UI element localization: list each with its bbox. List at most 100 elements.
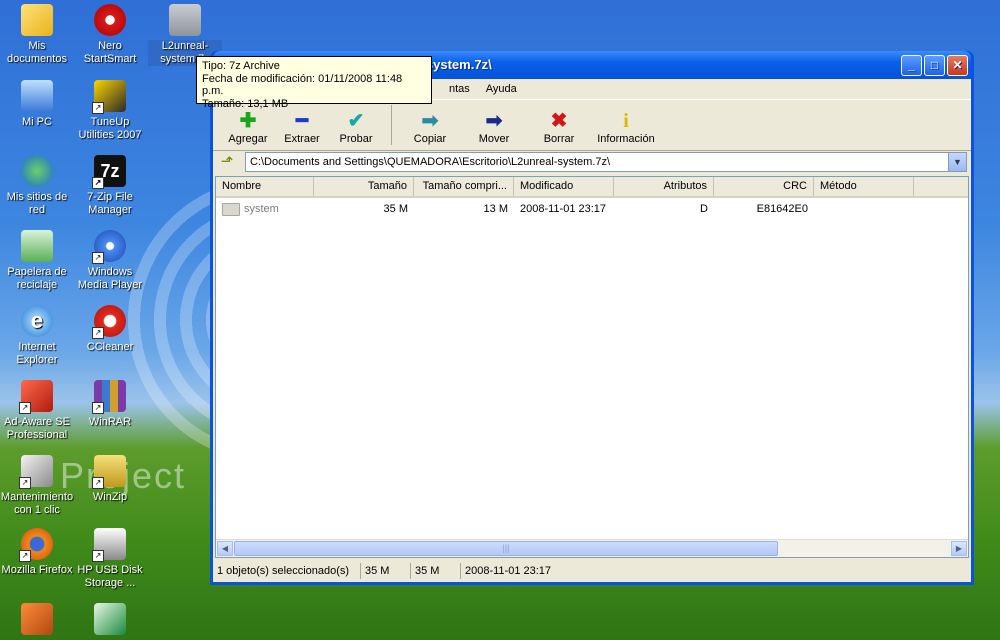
maximize-button[interactable]: □ xyxy=(924,55,945,76)
desktop-icon-firefox[interactable]: ↗ Mozilla Firefox xyxy=(0,528,74,577)
adaware-icon: ↗ xyxy=(19,380,53,414)
desktop-icon-nero[interactable]: Nero StartSmart xyxy=(73,4,147,66)
cell-method xyxy=(814,200,914,218)
copy-icon: ➡ xyxy=(421,110,439,132)
scroll-right-button[interactable]: ▶ xyxy=(951,541,967,556)
my-documents-icon xyxy=(21,4,53,36)
delete-icon: ✖ xyxy=(550,110,568,132)
desktop-icon-maintenance[interactable]: ↗ Mantenimiento con 1 clic xyxy=(0,455,74,517)
excel-icon xyxy=(94,603,126,635)
col-packed[interactable]: Tamaño compri... xyxy=(414,177,514,196)
7zip-icon: 7z ↗ xyxy=(92,155,126,189)
address-value: C:\Documents and Settings\QUEMADORA\Escr… xyxy=(250,156,611,168)
toolbar-separator xyxy=(391,105,392,145)
status-date: 2008-11-01 23:17 xyxy=(465,565,552,577)
status-selected: 1 objeto(s) seleccionado(s) xyxy=(213,563,361,579)
file-tooltip: Tipo: 7z Archive Fecha de modificación: … xyxy=(196,56,432,110)
col-name[interactable]: Nombre xyxy=(216,177,314,196)
extract-label: Extraer xyxy=(284,133,320,145)
menu-herramientas[interactable]: ntas xyxy=(447,79,472,99)
app-icon xyxy=(21,603,53,635)
col-method[interactable]: Método xyxy=(814,177,914,196)
desktop-icon-partial-excel[interactable] xyxy=(73,603,147,639)
status-size: 35 M xyxy=(361,563,411,579)
scroll-left-button[interactable]: ◀ xyxy=(217,541,233,556)
move-label: Mover xyxy=(478,133,510,145)
desktop-icon-my-documents[interactable]: Mis documentos xyxy=(0,4,74,66)
tooltip-size: Tamaño: 13,1 MB xyxy=(202,97,289,110)
hp-usb-icon: ↗ xyxy=(92,528,126,562)
winzip-icon: ↗ xyxy=(92,455,126,489)
desktop-icon-winzip[interactable]: ↗ WinZip xyxy=(73,455,147,504)
7z-archive-icon xyxy=(169,4,201,36)
tuneup-icon: ↗ xyxy=(92,80,126,114)
firefox-icon: ↗ xyxy=(19,528,53,562)
extract-button[interactable]: ━ Extraer xyxy=(275,109,329,150)
copy-label: Copiar xyxy=(413,133,447,145)
test-label: Probar xyxy=(339,133,373,145)
extract-icon: ━ xyxy=(295,110,309,132)
desktop-icon-winrar[interactable]: ↗ WinRAR xyxy=(73,380,147,429)
test-button[interactable]: ✔ Probar xyxy=(329,109,383,150)
cell-name: system xyxy=(216,200,314,218)
desktop-icon-ccleaner[interactable]: ↗ CCleaner xyxy=(73,305,147,354)
network-icon xyxy=(21,155,53,187)
nero-icon xyxy=(94,4,126,36)
desktop-icon-adaware[interactable]: ↗ Ad-Aware SE Professional xyxy=(0,380,74,442)
scroll-thumb[interactable]: ||| xyxy=(234,541,778,556)
winrar-icon: ↗ xyxy=(92,380,126,414)
desktop-icon-media-player[interactable]: ↗ Windows Media Player xyxy=(73,230,147,292)
window-client: ntas Ayuda ✚ Agregar ━ Extraer ✔ Probar … xyxy=(213,79,971,582)
media-player-icon: ↗ xyxy=(92,230,126,264)
move-button[interactable]: ➡ Mover xyxy=(460,109,528,150)
menu-ayuda[interactable]: Ayuda xyxy=(484,79,519,99)
add-button[interactable]: ✚ Agregar xyxy=(221,109,275,150)
desktop-icon-internet-explorer[interactable]: e Internet Explorer xyxy=(0,305,74,367)
desktop-icon-network[interactable]: Mis sitios de red xyxy=(0,155,74,217)
close-button[interactable]: ✕ xyxy=(947,55,968,76)
column-headers: Nombre Tamaño Tamaño compri... Modificad… xyxy=(216,177,968,198)
status-packed: 35 M xyxy=(411,563,461,579)
copy-button[interactable]: ➡ Copiar xyxy=(400,109,460,150)
ccleaner-icon: ↗ xyxy=(92,305,126,339)
minimize-button[interactable]: _ xyxy=(901,55,922,76)
status-bar: 1 objeto(s) seleccionado(s) 35 M 35 M 20… xyxy=(213,560,971,582)
move-icon: ➡ xyxy=(485,110,503,132)
add-label: Agregar xyxy=(228,133,268,145)
col-attributes[interactable]: Atributos xyxy=(614,177,714,196)
cell-size: 35 M xyxy=(383,203,408,215)
tooltip-type: Tipo: 7z Archive xyxy=(202,60,280,72)
desktop-icon-7zip[interactable]: 7z ↗ 7-Zip File Manager xyxy=(73,155,147,217)
info-button[interactable]: i Información xyxy=(590,109,662,150)
info-label: Información xyxy=(597,133,655,145)
cell-modified: 2008-11-01 23:17 xyxy=(520,203,607,215)
col-size[interactable]: Tamaño xyxy=(314,177,414,196)
file-list[interactable]: Nombre Tamaño Tamaño compri... Modificad… xyxy=(215,176,969,558)
col-crc[interactable]: CRC xyxy=(714,177,814,196)
desktop-icon-tuneup[interactable]: ↗ TuneUp Utilities 2007 xyxy=(73,80,147,142)
horizontal-scrollbar[interactable]: ◀ ||| ▶ xyxy=(216,539,968,557)
col-modified[interactable]: Modificado xyxy=(514,177,614,196)
tooltip-modified: Fecha de modificación: 01/11/2008 11:48 … xyxy=(202,72,403,98)
info-icon: i xyxy=(623,110,629,132)
desktop-icon-partial-left[interactable] xyxy=(0,603,74,639)
cell-packed: 13 M xyxy=(483,203,508,215)
desktop-icon-my-computer[interactable]: Mi PC xyxy=(0,80,74,129)
folder-up-icon[interactable]: ⬏ xyxy=(217,152,237,172)
desktop-icon-hp-usb[interactable]: ↗ HP USB Disk Storage ... xyxy=(73,528,147,590)
cell-crc: E81642E0 xyxy=(756,203,808,215)
recycle-bin-icon xyxy=(21,230,53,262)
folder-icon xyxy=(222,202,240,216)
delete-label: Borrar xyxy=(543,133,575,145)
test-icon: ✔ xyxy=(347,110,365,132)
cell-attributes: D xyxy=(700,203,708,215)
chevron-down-icon[interactable]: ▼ xyxy=(948,153,966,171)
address-input[interactable]: C:\Documents and Settings\QUEMADORA\Escr… xyxy=(245,152,967,172)
table-row[interactable]: system 35 M 13 M 2008-11-01 23:17 D E816… xyxy=(216,200,968,218)
desktop-icon-recycle-bin[interactable]: Papelera de reciclaje xyxy=(0,230,74,292)
delete-button[interactable]: ✖ Borrar xyxy=(528,109,590,150)
add-icon: ✚ xyxy=(239,110,257,132)
address-bar: ⬏ C:\Documents and Settings\QUEMADORA\Es… xyxy=(213,150,971,174)
ie-icon: e xyxy=(21,305,53,337)
my-computer-icon xyxy=(21,80,53,112)
